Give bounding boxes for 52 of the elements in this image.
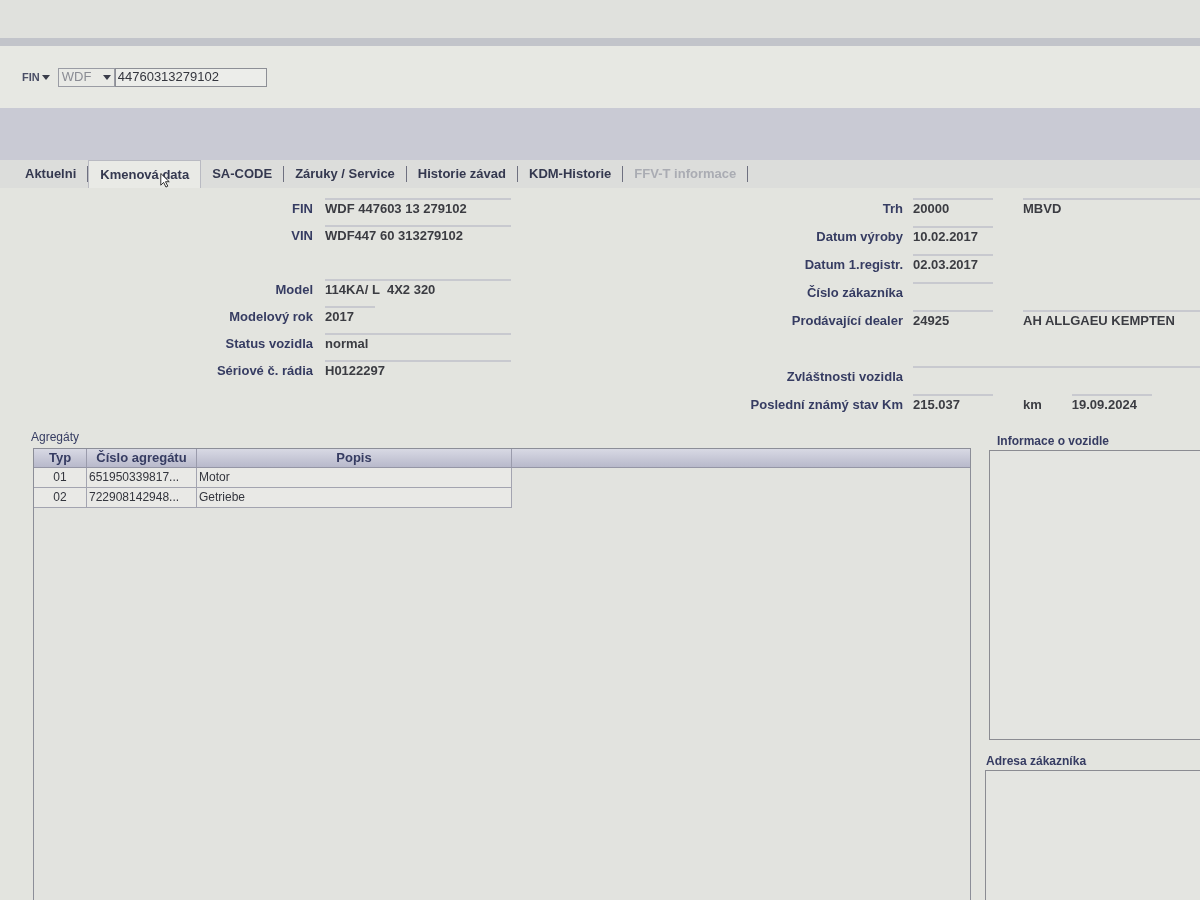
table-cell: Getriebe [197,488,512,508]
caret-icon [41,74,50,80]
field-label: Modelový rok [228,308,314,326]
field-label: Trh [881,200,904,218]
panel-label: Informace o vozidle [997,434,1110,448]
value-field: WDF 447603 13 279102 [325,198,511,218]
column-header[interactable]: Typ [34,449,87,467]
fin-input[interactable]: 44760313279102 [114,67,267,87]
field-label: VIN [290,227,314,245]
panel-label: Adresa zákazníka [986,754,1087,768]
value-field: 2017 [325,306,375,326]
value-field: 24925 [913,310,993,330]
table-cell: Motor [197,468,512,488]
section-label: Agregáty [31,430,80,444]
vehicle-info-field[interactable] [989,450,1200,740]
value-field: 10.02.2017 [913,226,993,246]
field-label: Poslední známý stav Km [749,396,904,414]
table-cell: 01 [34,468,87,488]
tab[interactable]: Záruky / Service [284,160,406,188]
value-field: 02.03.2017 [913,254,993,274]
tab[interactable]: SA-CODE [201,160,284,188]
tab[interactable]: KDM-Historie [518,160,623,188]
field-label: FIN [291,200,314,218]
tab[interactable]: Kmenová data [88,160,202,188]
value-field: 20000 [913,198,993,218]
field-label: Model [274,281,314,299]
field-label: Číslo zákazníka [805,284,904,302]
table-cell: 02 [34,488,87,508]
field-label: Sériové č. rádia [215,362,314,380]
field-label: Status vozidla [224,335,314,353]
table-cell: 651950339817... [87,468,197,488]
customer-address-field[interactable] [985,770,1200,900]
unit-label: km [1023,396,1042,414]
value-field: MBVD [1023,198,1200,218]
field-label: Datum výroby [815,228,904,246]
column-header[interactable]: Popis [197,449,512,467]
tab[interactable]: Historie závad [406,160,517,188]
value-field: normal [325,333,511,353]
value-field: 19.09.2024 [1071,394,1152,414]
field-label: Zvláštnosti vozidla [785,368,904,386]
value-field: AH ALLGAEU KEMPTEN [1023,310,1200,330]
value-field: WDF447 60 313279102 [325,225,511,245]
column-header[interactable]: Číslo agregátu [87,449,197,467]
value-field: 215.037 [913,394,993,414]
field-label: Datum 1.registr. [803,256,904,274]
value-field: 114KA/ L 4X2 320 [325,279,511,299]
field-label: Prodávající dealer [790,312,904,330]
caret-icon [102,74,111,80]
fin-dropdown[interactable]: FIN [22,68,50,86]
value-field: H0122297 [325,360,511,380]
table-cell: 722908142948... [87,488,197,508]
tab[interactable]: Aktuelni [14,160,88,188]
